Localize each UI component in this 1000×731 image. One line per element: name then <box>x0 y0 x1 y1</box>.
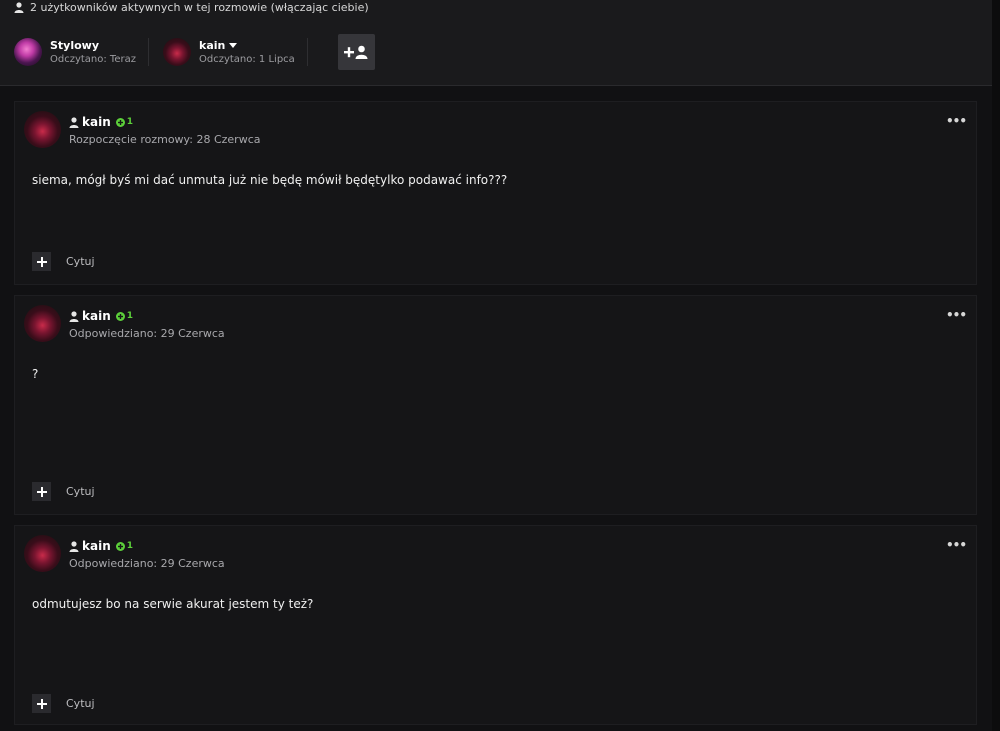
avatar[interactable] <box>14 38 42 66</box>
participant-seen: Odczytano: Teraz <box>50 54 136 65</box>
multiquote-button[interactable] <box>32 694 51 713</box>
plus-circle-icon <box>115 541 125 551</box>
reputation-badge: 1 <box>115 311 133 321</box>
author-name[interactable]: kain <box>82 115 111 129</box>
participant-stylowy[interactable]: Stylowy Odczytano: Teraz <box>14 34 136 70</box>
message-body: siema, mógł byś mi dać unmuta już nie bę… <box>32 173 508 187</box>
multiquote-button[interactable] <box>32 482 51 501</box>
message-post: kain 1 Rozpoczęcie rozmowy: 28 Czerwca •… <box>14 101 977 285</box>
message-body: odmutujesz bo na serwie akurat jestem ty… <box>32 597 314 611</box>
plus-icon <box>36 486 47 497</box>
user-icon <box>69 310 79 322</box>
user-icon <box>14 1 24 13</box>
multiquote-button[interactable] <box>32 252 51 271</box>
caret-down-icon[interactable] <box>229 43 238 48</box>
participant-kain[interactable]: kain Odczytano: 1 Lipca <box>163 34 295 70</box>
reputation-count: 1 <box>126 541 133 551</box>
reputation-count: 1 <box>126 117 133 127</box>
message-post: kain 1 Odpowiedziano: 29 Czerwca ••• ? C… <box>14 295 977 515</box>
participants-list: Stylowy Odczytano: Teraz kain Odczytano:… <box>14 34 375 70</box>
post-date: Rozpoczęcie rozmowy: 28 Czerwca <box>69 133 261 146</box>
participant-name[interactable]: kain <box>199 39 225 52</box>
more-options-icon[interactable]: ••• <box>946 538 967 552</box>
more-options-icon[interactable]: ••• <box>946 114 967 128</box>
reputation-badge: 1 <box>115 117 133 127</box>
author-avatar[interactable] <box>24 305 61 342</box>
author-avatar[interactable] <box>24 111 61 148</box>
more-options-icon[interactable]: ••• <box>946 308 967 322</box>
post-date: Odpowiedziano: 29 Czerwca <box>69 327 225 340</box>
message-body: ? <box>32 367 39 381</box>
plus-icon <box>36 256 47 267</box>
author-avatar[interactable] <box>24 535 61 572</box>
add-participant-button[interactable] <box>337 34 375 70</box>
divider <box>148 38 149 66</box>
author-name[interactable]: kain <box>82 309 111 323</box>
participant-seen: Odczytano: 1 Lipca <box>199 54 295 65</box>
reputation-badge: 1 <box>115 541 133 551</box>
add-user-icon <box>344 45 368 59</box>
active-users-text: 2 użytkowników aktywnych w tej rozmowie … <box>30 0 369 14</box>
conversation-header: 2 użytkowników aktywnych w tej rozmowie … <box>0 0 992 86</box>
scrollbar-track[interactable] <box>992 0 1000 731</box>
author-name[interactable]: kain <box>82 539 111 553</box>
quote-button[interactable]: Cytuj <box>66 697 95 710</box>
user-icon <box>69 540 79 552</box>
avatar[interactable] <box>163 38 191 66</box>
user-icon <box>69 116 79 128</box>
plus-icon <box>36 698 47 709</box>
plus-circle-icon <box>115 117 125 127</box>
plus-circle-icon <box>115 311 125 321</box>
active-users-line: 2 użytkowników aktywnych w tej rozmowie … <box>14 0 369 14</box>
quote-button[interactable]: Cytuj <box>66 255 95 268</box>
message-post: kain 1 Odpowiedziano: 29 Czerwca ••• odm… <box>14 525 977 725</box>
reputation-count: 1 <box>126 311 133 321</box>
post-date: Odpowiedziano: 29 Czerwca <box>69 557 225 570</box>
quote-button[interactable]: Cytuj <box>66 485 95 498</box>
divider <box>306 38 308 66</box>
participant-name[interactable]: Stylowy <box>50 39 136 52</box>
